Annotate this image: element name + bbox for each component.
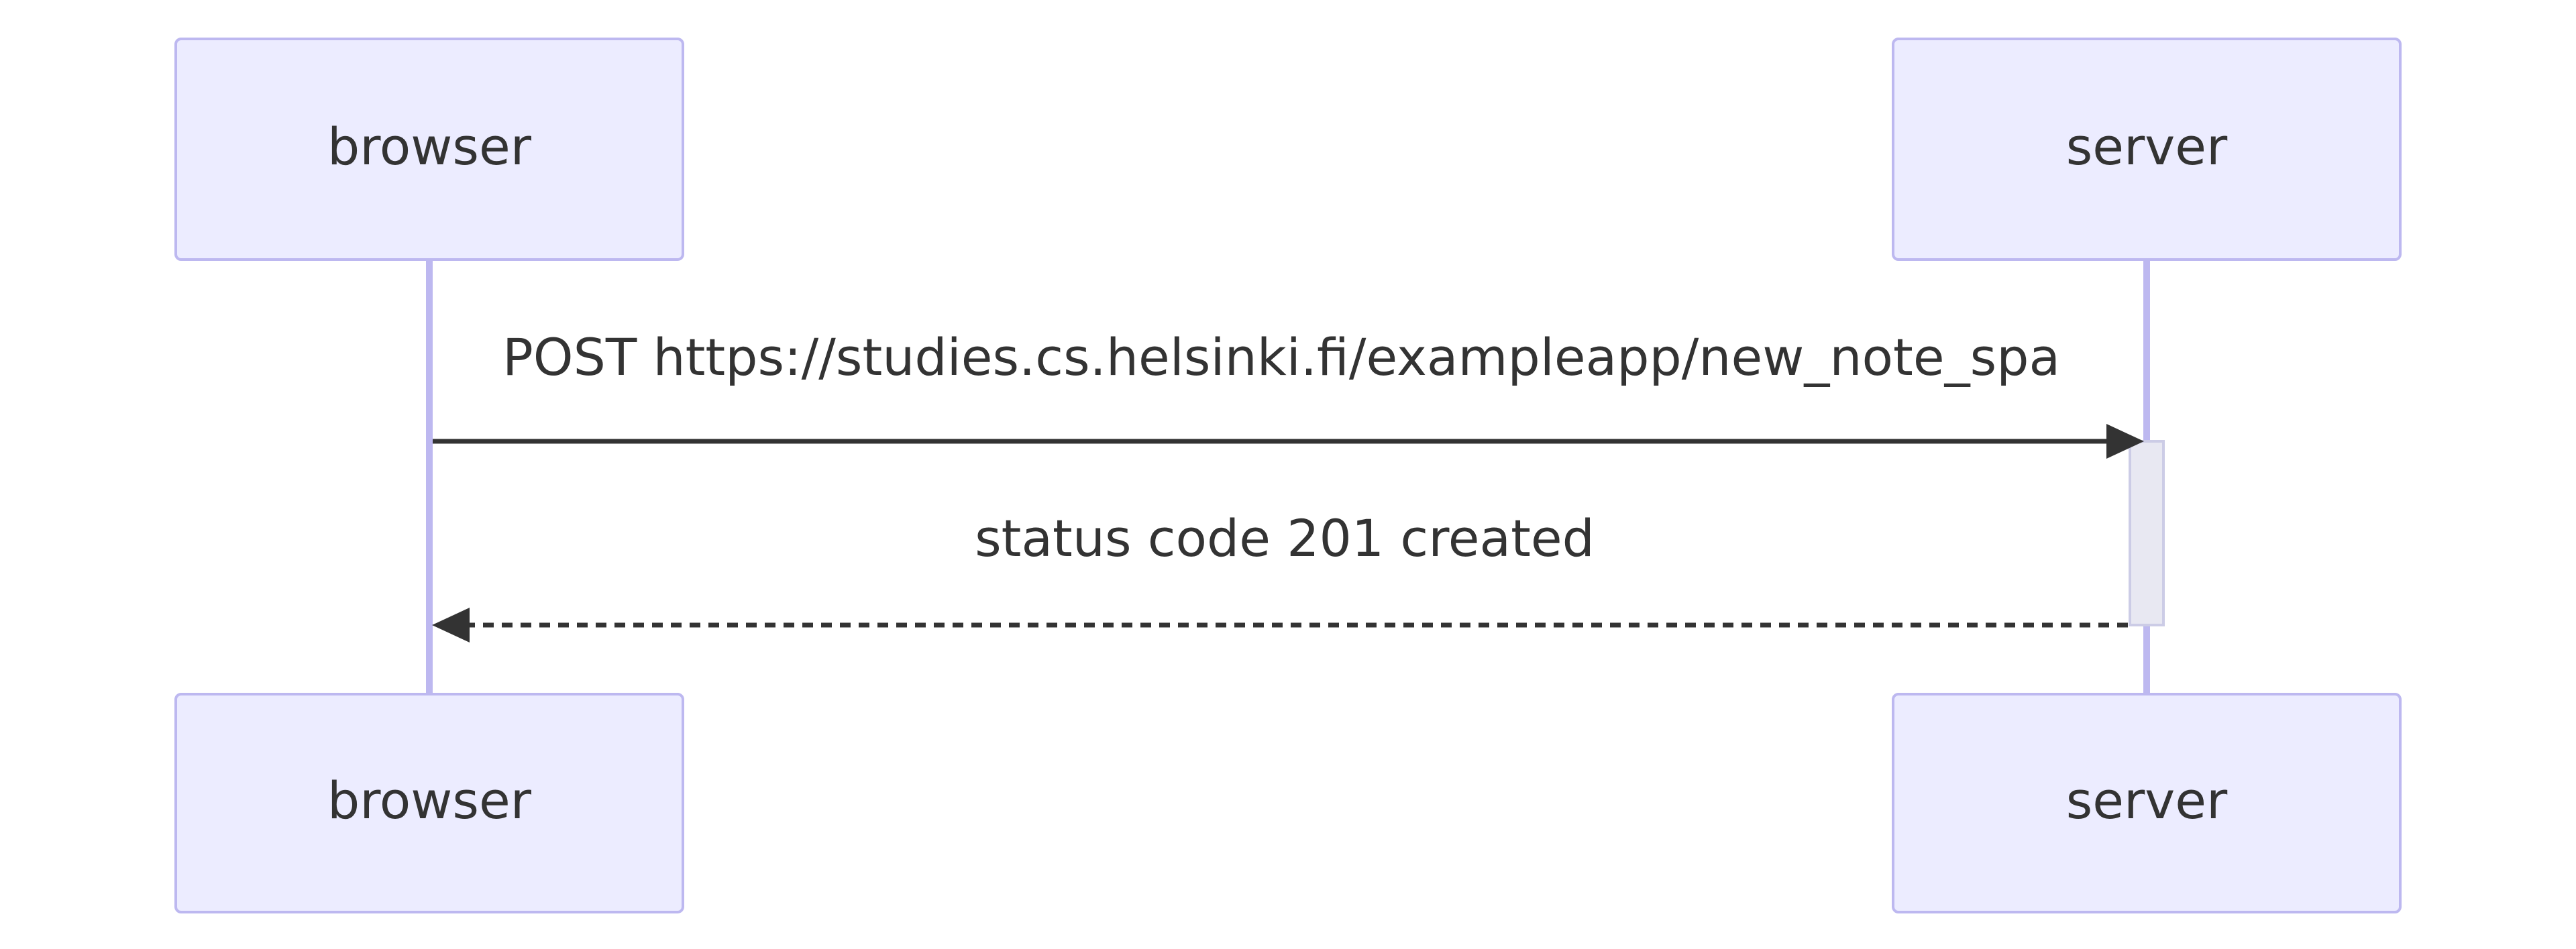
actor-browser-top[interactable]: browser — [174, 38, 684, 261]
server-activation — [2129, 440, 2165, 626]
message-response: status code 201 created — [432, 508, 2128, 643]
actor-server-top-label: server — [2066, 117, 2228, 176]
actor-browser-bottom[interactable]: browser — [174, 693, 684, 913]
actor-server-top[interactable]: server — [1892, 38, 2402, 261]
message-post-label: POST https://studies.cs.helsinki.fi/exam… — [502, 327, 2060, 387]
actor-browser-bottom-label: browser — [327, 771, 532, 830]
actor-server-bottom[interactable]: server — [1892, 693, 2402, 913]
actor-browser-top-label: browser — [327, 117, 532, 176]
message-post-request: POST https://studies.cs.helsinki.fi/exam… — [433, 327, 2144, 459]
message-response-label: status code 201 created — [975, 508, 1595, 568]
actor-server-bottom-label: server — [2066, 771, 2228, 830]
message-response-arrowhead — [432, 608, 470, 643]
sequence-diagram: browser server POST https://studies.cs.h… — [174, 38, 2402, 913]
